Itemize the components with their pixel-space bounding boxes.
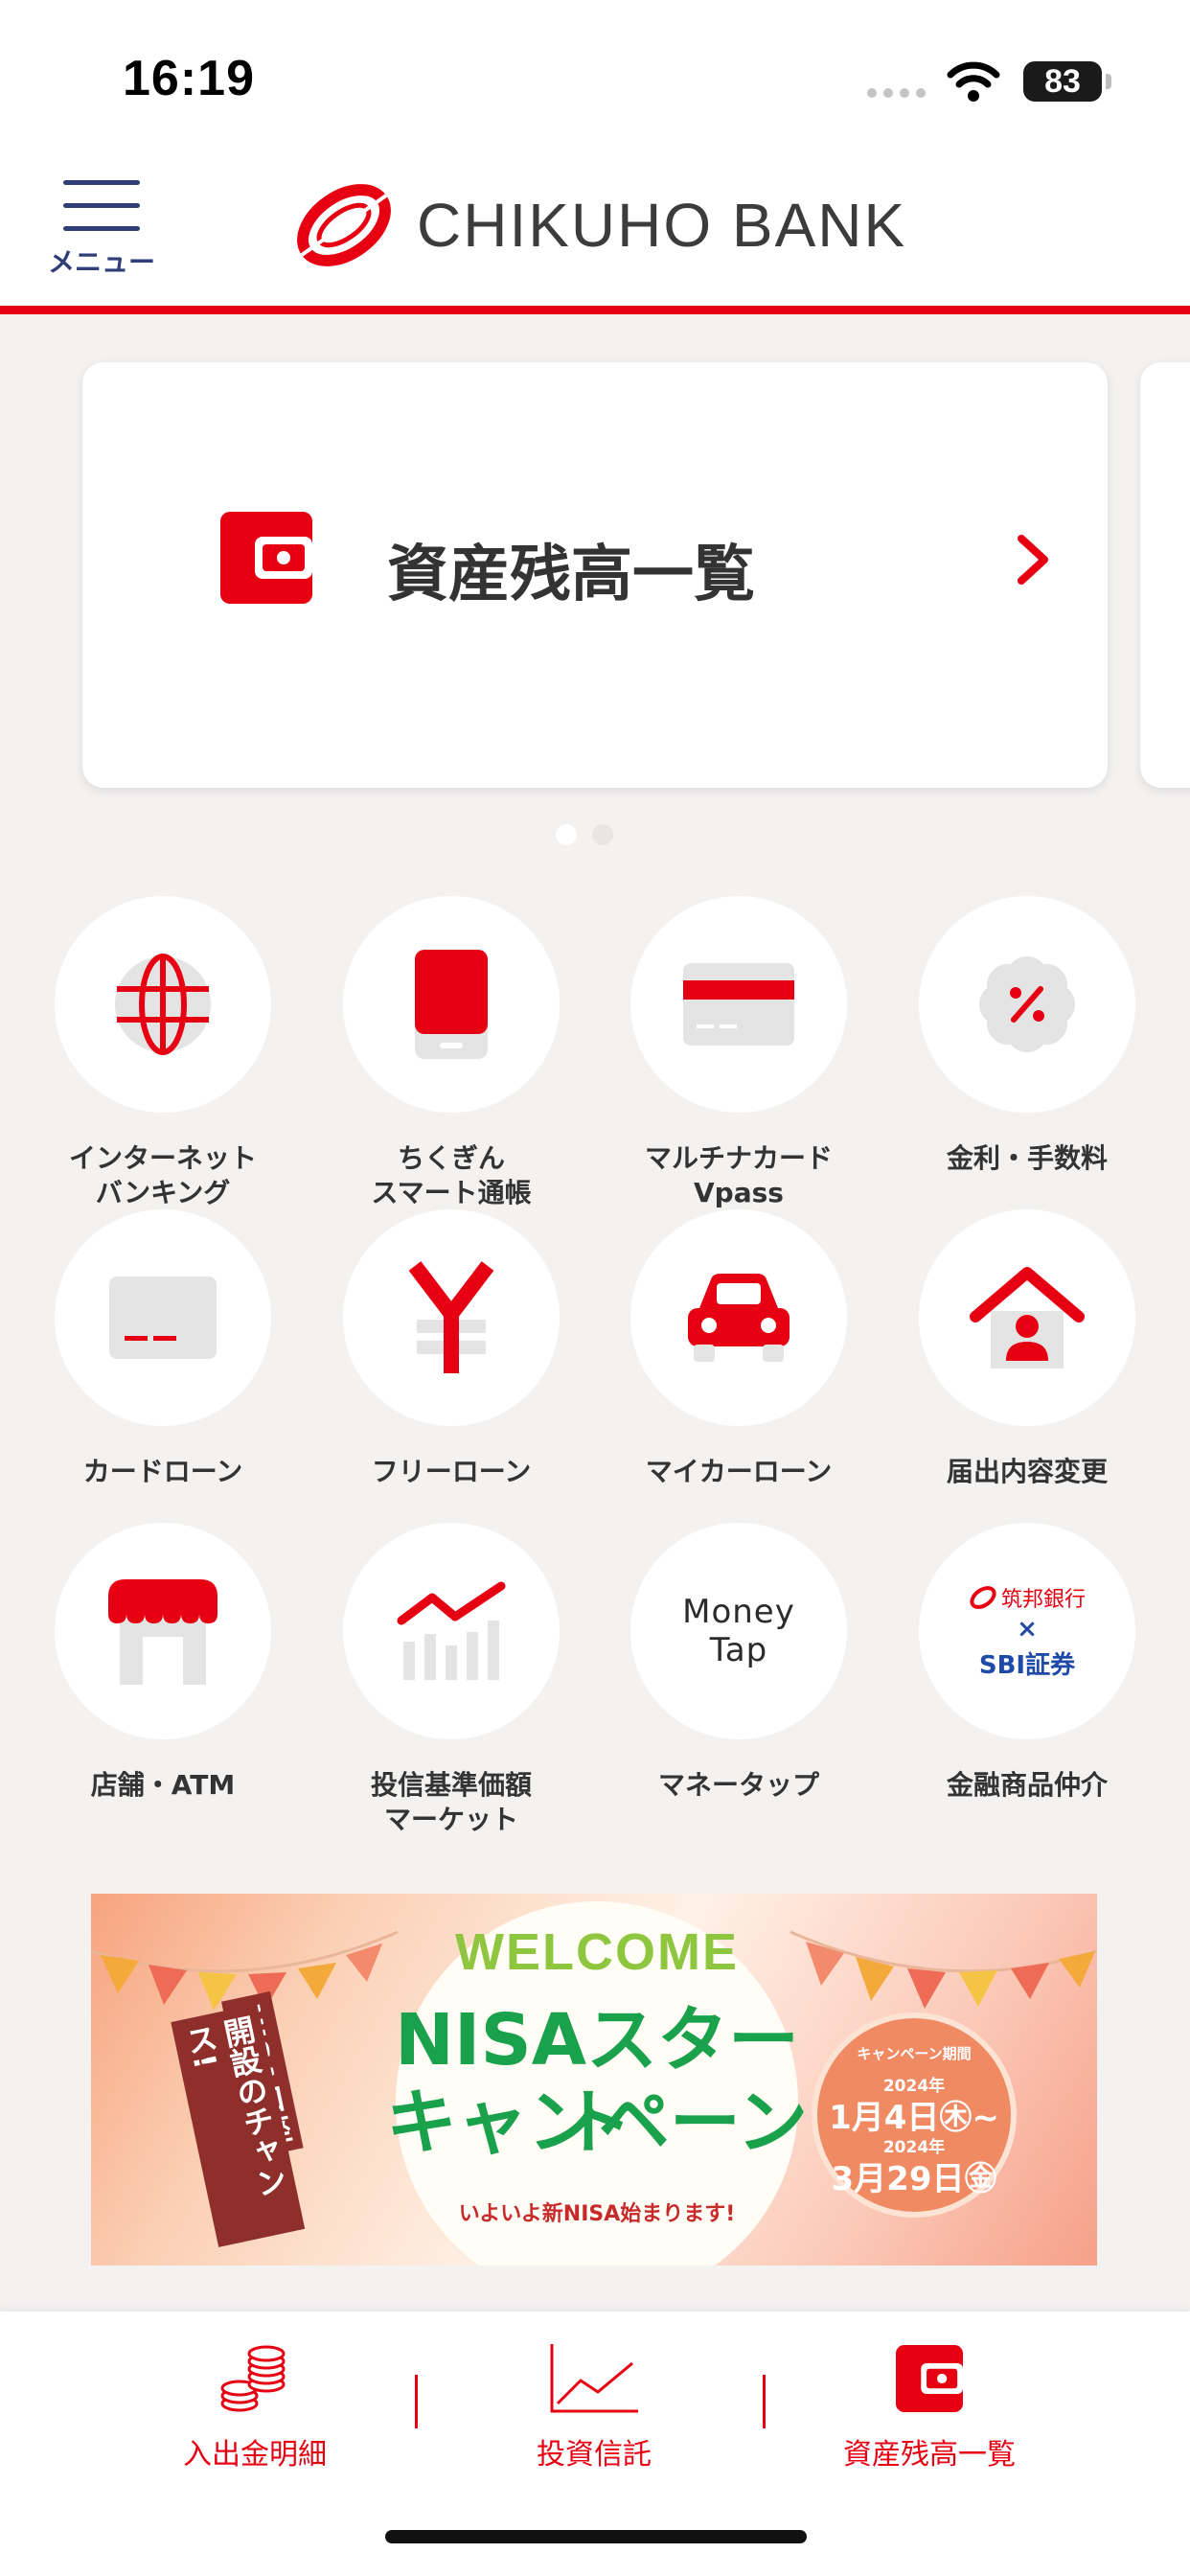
- menu-label: メニュー: [47, 246, 155, 278]
- smartphone-passbook-icon: [415, 950, 488, 1059]
- grid-label: フリーローン: [371, 1456, 532, 1487]
- grid-item-fund-prices[interactable]: 投信基準価額 マーケット: [327, 1523, 576, 1835]
- tab-investment-trust[interactable]: 投資信託: [436, 2340, 752, 2474]
- tab-label: 資産残高一覧: [843, 2438, 1016, 2472]
- grid-item-interest-fees[interactable]: 金利・手数料: [903, 896, 1152, 1203]
- grid-label: 投信基準価額 マーケット: [370, 1769, 532, 1835]
- tab-divider: [415, 2375, 418, 2428]
- grid-label: カードローン: [82, 1456, 243, 1487]
- tab-label: 入出金明細: [183, 2438, 327, 2472]
- line-chart-icon: [550, 2344, 638, 2413]
- chikuho-bank-logo-icon: [297, 184, 391, 266]
- grid-label: 店舗・ATM: [90, 1769, 236, 1801]
- sbi-logo-x: ×: [1017, 1614, 1038, 1644]
- money-tap-logo-icon: Money Tap: [682, 1593, 795, 1669]
- banner-title-line2: キャンペーン: [385, 2082, 809, 2164]
- sbi-logo-line1: 筑邦銀行: [1000, 1587, 1086, 1612]
- tab-asset-balance[interactable]: 資産残高一覧: [771, 2340, 1087, 2474]
- sbi-partnership-logo-icon: 筑邦銀行 × SBI証券: [950, 1582, 1104, 1681]
- status-time: 16:19: [123, 51, 255, 106]
- status-bar: 16:19 83: [0, 0, 1190, 144]
- grid-item-card-loan[interactable]: カードローン: [38, 1209, 287, 1516]
- grid-label: インターネット バンキング: [68, 1142, 257, 1208]
- wallet-icon: [896, 2345, 963, 2412]
- credit-card-icon: [683, 963, 794, 1046]
- car-icon: [688, 1274, 790, 1362]
- card-title: 資産残高一覧: [387, 540, 755, 610]
- carousel-pager[interactable]: [556, 824, 613, 845]
- next-card-peek[interactable]: [1140, 362, 1190, 788]
- sbi-logo-line2: SBI証券: [978, 1650, 1076, 1680]
- nisa-campaign-banner[interactable]: WELCOME NISAスタート キャンペーン いよいよ新NISA始まります! …: [91, 1894, 1097, 2266]
- grid-item-financial-brokerage[interactable]: 筑邦銀行 × SBI証券 金融商品仲介: [903, 1523, 1152, 1829]
- yen-icon: [408, 1261, 494, 1373]
- badge-label: キャンペーン期間: [857, 2045, 972, 2062]
- percent-badge-icon: [979, 956, 1075, 1052]
- grid-item-internet-banking[interactable]: インターネット バンキング: [38, 896, 287, 1208]
- coins-icon: [220, 2345, 286, 2412]
- grid-label: マルチナカード Vpass: [644, 1142, 833, 1208]
- asset-balance-card[interactable]: 資産残高一覧: [82, 362, 1108, 788]
- carousel-dot-1[interactable]: [556, 824, 577, 845]
- tab-divider: [763, 2375, 766, 2428]
- badge-date-start: 1月4日㊍~: [829, 2099, 999, 2137]
- cellular-signal-icon: [867, 88, 926, 98]
- grid-item-change-registration[interactable]: 届出内容変更: [903, 1209, 1152, 1516]
- campaign-period-badge: キャンペーン期間 2024年 1月4日㊍~ 2024年 3月29日㊎: [812, 2012, 1017, 2218]
- grid-item-multina-card[interactable]: マルチナカード Vpass: [614, 896, 863, 1208]
- grid-label: マイカーローン: [645, 1456, 833, 1487]
- grid-item-car-loan[interactable]: マイカーローン: [614, 1209, 863, 1516]
- grid-item-smart-passbook[interactable]: ちくぎん スマート通帳: [327, 896, 576, 1208]
- grid-item-branch-atm[interactable]: 店舗・ATM: [38, 1523, 287, 1829]
- loan-card-icon: [109, 1276, 217, 1359]
- banner-welcome: WELCOME: [455, 1923, 739, 1981]
- app-header: メニュー CHIKUHO BANK: [0, 144, 1190, 314]
- hamburger-icon: [63, 180, 140, 234]
- grid-label: 届出内容変更: [946, 1456, 1108, 1487]
- menu-button[interactable]: メニュー: [34, 180, 169, 295]
- grid-label: ちくぎん スマート通帳: [371, 1142, 532, 1208]
- globe-icon: [115, 954, 211, 1055]
- house-person-icon: [970, 1267, 1085, 1368]
- banner-subtitle: いよいよ新NISA始まります!: [458, 2202, 736, 2226]
- wifi-icon: [947, 61, 1000, 102]
- grid-item-free-loan[interactable]: フリーローン: [327, 1209, 576, 1516]
- home-indicator: [385, 2530, 807, 2543]
- battery-icon: 83: [1023, 61, 1111, 102]
- carousel-dot-2[interactable]: [592, 824, 613, 845]
- grid-label: マネータップ: [657, 1769, 819, 1801]
- store-icon: [108, 1579, 217, 1685]
- badge-date-end: 3月29日㊎: [831, 2160, 997, 2198]
- chevron-right-icon: [1018, 535, 1048, 585]
- tab-transaction-history[interactable]: 入出金明細: [97, 2340, 413, 2474]
- grid-label: 金融商品仲介: [946, 1769, 1108, 1801]
- chart-trend-icon: [397, 1581, 506, 1680]
- chikuho-bank-logo-icon: [970, 1585, 996, 1609]
- brand-logo: CHIKUHO BANK: [292, 182, 906, 268]
- tab-label: 投資信託: [537, 2438, 652, 2472]
- grid-label: 金利・手数料: [946, 1142, 1108, 1174]
- grid-item-money-tap[interactable]: Money Tap マネータップ: [614, 1523, 863, 1829]
- wallet-icon: [220, 512, 312, 604]
- battery-level: 83: [1044, 63, 1081, 100]
- brand-name: CHIKUHO BANK: [417, 191, 907, 260]
